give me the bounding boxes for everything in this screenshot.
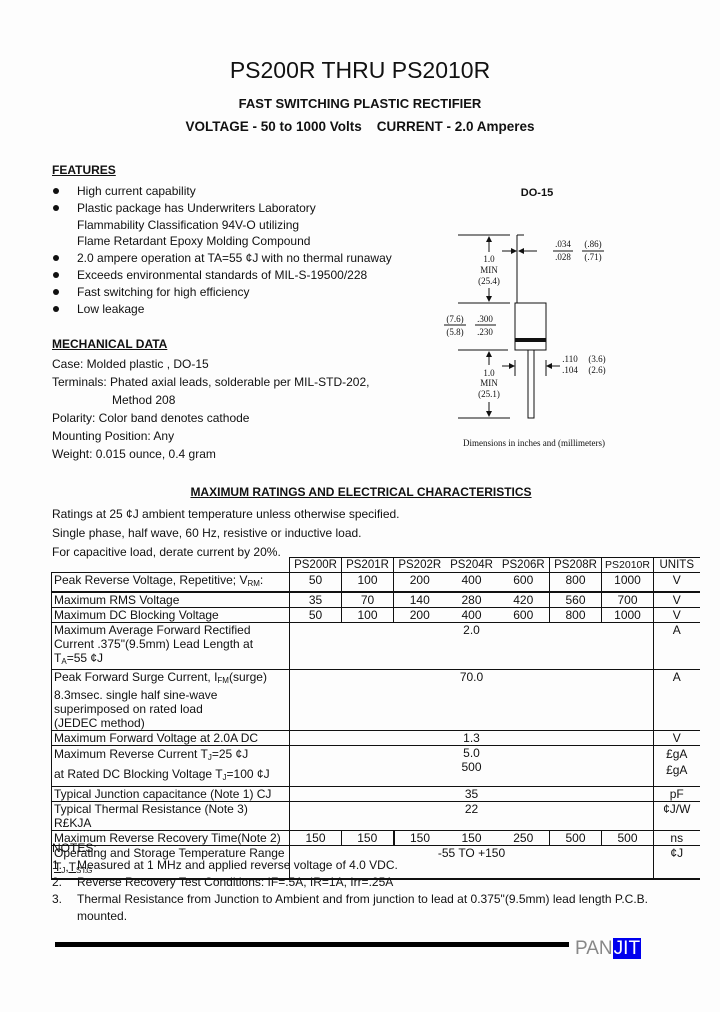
bullet-icon xyxy=(53,288,59,295)
arrow-head xyxy=(486,411,492,417)
dim-text: (.71) xyxy=(584,252,601,262)
dim-text: .230 xyxy=(477,327,493,337)
do15-package-diagram: DO-15 1.0 MIN (25.4) .034 .028 (.86) (.7… xyxy=(444,187,606,448)
table-row-vf: Maximum Forward Voltage at 2.0A DC 1.3 V xyxy=(51,730,700,746)
dim-text: (3.6) xyxy=(588,354,605,364)
table-row-ifsm: Peak Forward Surge Current, IFM(surge) 8.… xyxy=(51,669,700,731)
arrow-head xyxy=(509,363,515,369)
bullet-icon xyxy=(53,204,59,211)
ratings-heading: MAXIMUM RATINGS AND ELECTRICAL CHARACTER… xyxy=(190,485,532,499)
bullet-icon xyxy=(53,188,59,194)
note-item: 2. Reverse Recovery Test Conditions: IF=.… xyxy=(52,875,394,889)
condition-line: Ratings at 25 ¢J ambient temperature unl… xyxy=(52,507,400,521)
mech-mounting: Mounting Position: Any xyxy=(52,429,175,443)
table-row-ir: Maximum Reverse Current TJ=25 ¢J at Rated… xyxy=(51,745,700,787)
arrow-head xyxy=(511,248,517,254)
dim-text: .300 xyxy=(477,314,493,324)
features-list: High current capability Plastic package … xyxy=(52,183,392,317)
mech-polarity: Polarity: Color band denotes cathode xyxy=(52,411,250,425)
col-header: PS200R xyxy=(289,557,342,573)
feature-item-cont: Flame Retardant Epoxy Molding Compound xyxy=(77,234,311,249)
col-header: PS2010R xyxy=(601,557,654,573)
arrow-head xyxy=(546,363,552,369)
notes-heading: NOTES: xyxy=(52,841,97,855)
col-header: PS202R xyxy=(393,557,446,573)
mechanical-heading: MECHANICAL DATA xyxy=(52,337,168,351)
col-header: PS204R xyxy=(445,557,498,573)
arrow-head xyxy=(518,248,524,254)
arrow-head xyxy=(486,236,492,242)
cathode-band xyxy=(515,338,546,342)
package-label: DO-15 xyxy=(521,187,553,199)
dim-text: .110 xyxy=(562,354,578,364)
diagram-caption: Dimensions in inches and (millimeters) xyxy=(463,438,605,448)
mech-weight: Weight: 0.015 ounce, 0.4 gram xyxy=(52,447,216,461)
panjit-logo: PANJIT xyxy=(575,938,642,959)
dim-text: (25.1) xyxy=(478,389,500,399)
dim-text: (5.8) xyxy=(446,327,463,337)
notes-section: NOTES: 1. Measured at 1 MHz and applied r… xyxy=(52,840,648,925)
document-subtitle: FAST SWITCHING PLASTIC RECTIFIER xyxy=(238,96,482,111)
mechanical-data: Case: Molded plastic , DO-15 Terminals: … xyxy=(52,355,369,463)
feature-item: Exceeds environmental standards of MIL-S… xyxy=(52,267,392,284)
table-row-iav: Maximum Average Forward Rectified Current… xyxy=(51,622,700,670)
dim-text: MIN xyxy=(480,265,498,275)
dim-text: .034 xyxy=(555,239,571,249)
document-title: PS200R THRU PS2010R xyxy=(229,57,491,83)
feature-item: 2.0 ampere operation at TA=55 ¢J with no… xyxy=(52,250,392,267)
col-header: PS208R xyxy=(549,557,602,573)
bullet-icon xyxy=(53,305,59,312)
dim-text: (2.6) xyxy=(588,365,605,375)
table-row-rth: Typical Thermal Resistance (Note 3) R£KJ… xyxy=(51,801,700,831)
table-row-vdc: Maximum DC Blocking Voltage 50 100 200 4… xyxy=(51,607,700,623)
dim-text: (25.4) xyxy=(478,276,500,286)
table-row-cj: Typical Junction capacitance (Note 1) CJ… xyxy=(51,786,700,802)
dim-text: (7.6) xyxy=(446,314,463,324)
dim-text: MIN xyxy=(480,378,498,388)
table-row-vrrm: Peak Reverse Voltage, Repetitive; VRM: 5… xyxy=(51,572,700,593)
mech-case: Case: Molded plastic , DO-15 xyxy=(52,357,209,371)
dim-text: .104 xyxy=(562,365,578,375)
col-header: PS201R xyxy=(341,557,394,573)
ratings-table: PS200R PS201R PS202R PS204R PS206R PS208… xyxy=(51,557,700,880)
col-header: PS206R xyxy=(497,557,550,573)
dim-text: .028 xyxy=(555,252,571,262)
note-item: 3. Thermal Resistance from Junction to Am… xyxy=(52,892,648,906)
col-header: UNITS xyxy=(653,557,700,573)
table-row-vrms: Maximum RMS Voltage 35 70 140 280 420 56… xyxy=(51,591,700,608)
lead-bottom xyxy=(527,349,535,419)
arrow-head xyxy=(486,351,492,357)
bullet-icon xyxy=(53,255,59,262)
dim-text: 1.0 xyxy=(483,254,495,264)
mech-terminals: Terminals: Phated axial leads, solderabl… xyxy=(52,375,370,389)
bullet-icon xyxy=(53,271,59,278)
feature-item: Plastic package has Underwriters Laborat… xyxy=(52,200,392,217)
note-item-cont: mounted. xyxy=(77,909,128,923)
dim-text: (.86) xyxy=(584,239,601,249)
arrow-head xyxy=(486,296,492,302)
footer-rule xyxy=(55,942,569,947)
mech-terminals-method: Method 208 xyxy=(112,393,176,407)
features-heading: FEATURES xyxy=(52,163,116,177)
ratings-conditions: Ratings at 25 ¢J ambient temperature unl… xyxy=(52,505,400,562)
condition-line: Single phase, half wave, 60 Hz, resistiv… xyxy=(52,526,362,540)
dim-text: 1.0 xyxy=(483,368,495,378)
feature-item-cont: Flammability Classification 94V-O utiliz… xyxy=(77,217,300,232)
feature-item: Fast switching for high efficiency xyxy=(52,284,392,301)
note-item: 1. Measured at 1 MHz and applied reverse … xyxy=(52,858,398,872)
table-header-row: PS200R PS201R PS202R PS204R PS206R PS208… xyxy=(51,557,700,573)
feature-item: High current capability xyxy=(52,183,392,200)
feature-item: Low leakage xyxy=(52,301,392,318)
diode-body xyxy=(514,302,547,351)
voltage-current-spec: VOLTAGE - 50 to 1000 Volts CURRENT - 2.0… xyxy=(185,119,535,134)
